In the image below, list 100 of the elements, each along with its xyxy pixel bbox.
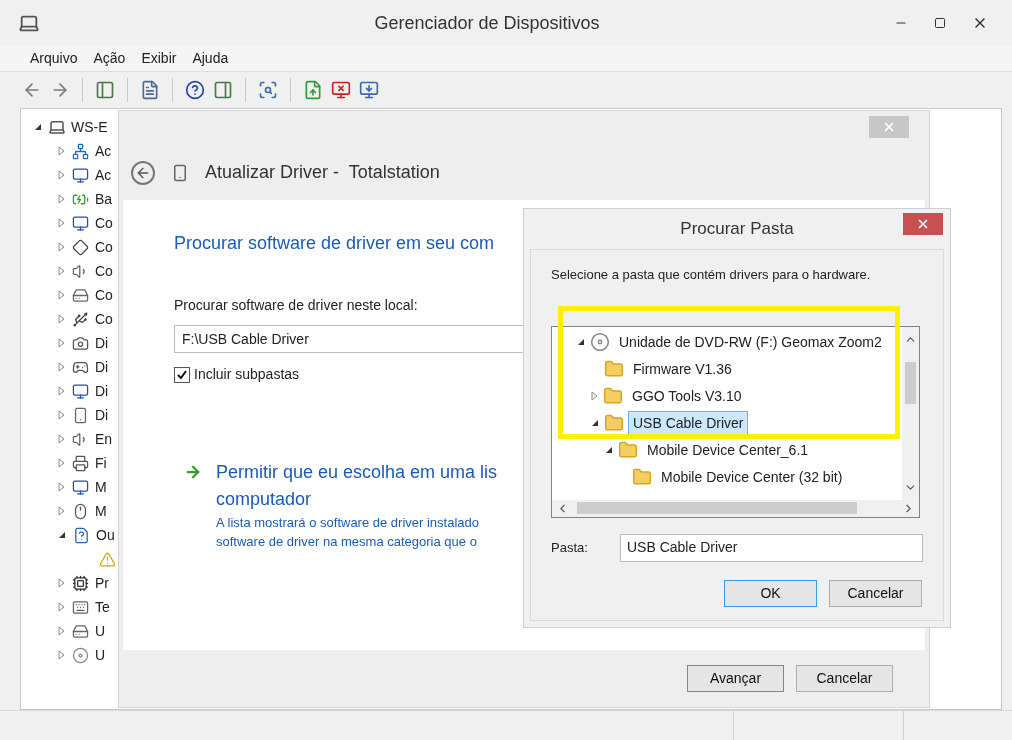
tree-item[interactable]: En [95, 428, 113, 450]
tree-item[interactable]: WS-E [71, 116, 108, 138]
tree-item[interactable]: Di [95, 404, 109, 426]
folder-tree-item[interactable]: USB Cable Driver [628, 411, 749, 435]
tree-item[interactable]: Ou [96, 524, 115, 546]
collapse-arrow-icon[interactable] [58, 531, 66, 539]
tree-item[interactable]: Co [95, 212, 113, 234]
monitor-x-icon[interactable] [331, 80, 351, 100]
tree-item[interactable]: Co [95, 260, 113, 282]
horizontal-scrollbar[interactable] [552, 499, 919, 517]
folder-tree-item[interactable]: Mobile Device Center (32 bit) [656, 465, 848, 489]
expand-arrow-icon[interactable] [58, 482, 65, 492]
folder-tree-item[interactable]: Firmware V1.36 [628, 357, 737, 381]
expand-arrow-icon[interactable] [58, 290, 65, 300]
collapse-arrow-icon[interactable] [591, 419, 599, 427]
help-icon[interactable] [185, 80, 205, 100]
expand-arrow-icon[interactable] [58, 362, 65, 372]
menu-item[interactable]: Arquivo [30, 48, 78, 69]
tree-item[interactable]: Ac [95, 164, 112, 186]
option-link[interactable]: computador [216, 486, 498, 513]
expand-arrow-icon[interactable] [58, 242, 65, 252]
dialog-button[interactable]: OK [724, 579, 817, 607]
tree-item[interactable]: M [95, 476, 107, 498]
folder-icon [618, 440, 638, 460]
window-title: Gerenciador de Dispositivos [374, 11, 600, 35]
close-icon [916, 217, 930, 231]
close-button[interactable] [903, 213, 943, 235]
location-label: Procurar software de driver neste local: [174, 296, 419, 315]
upload-icon[interactable] [303, 80, 323, 100]
question-icon [73, 526, 90, 544]
warning-icon [99, 550, 116, 568]
menu-item[interactable]: Ação [93, 48, 126, 69]
scan-icon[interactable] [258, 80, 278, 100]
scroll-thumb[interactable] [905, 362, 916, 404]
tree-item[interactable]: Di [95, 356, 109, 378]
expand-arrow-icon[interactable] [58, 434, 65, 444]
monitor-down-icon[interactable] [359, 80, 379, 100]
tree-item[interactable]: Ac [95, 140, 112, 162]
tree-item[interactable]: Di [95, 380, 109, 402]
instruction-text: Selecione a pasta que contém drivers para o hardware. [551, 266, 872, 284]
expand-arrow-icon[interactable] [58, 266, 65, 276]
tree-item[interactable]: Pr [95, 572, 109, 594]
scroll-thumb[interactable] [577, 502, 857, 514]
network-icon [72, 142, 89, 160]
collapse-arrow-icon[interactable] [605, 446, 613, 454]
collapse-arrow-icon[interactable] [34, 123, 42, 131]
expand-arrow-icon[interactable] [58, 218, 65, 228]
usb-icon [72, 310, 89, 328]
dialog-button[interactable]: Cancelar [796, 665, 893, 692]
expand-arrow-icon[interactable] [591, 391, 598, 401]
tree-item[interactable]: Te [95, 596, 110, 618]
panel-icon[interactable] [213, 80, 233, 100]
wizard-title: Atualizar Driver - Totalstation [205, 161, 440, 184]
expand-arrow-icon[interactable] [58, 506, 65, 516]
menu-item[interactable]: Ajuda [192, 48, 229, 69]
checkbox[interactable] [174, 366, 190, 383]
folder-tree-item[interactable]: GGO Tools V3.10 [627, 384, 747, 408]
expand-arrow-icon[interactable] [58, 626, 65, 636]
tree-item[interactable]: Di [95, 332, 109, 354]
document-icon[interactable] [140, 80, 160, 100]
expand-arrow-icon[interactable] [58, 170, 65, 180]
expand-arrow-icon[interactable] [58, 338, 65, 348]
expand-arrow-icon[interactable] [58, 314, 65, 324]
dialog-button[interactable]: Avançar [687, 665, 784, 692]
expand-arrow-icon[interactable] [58, 458, 65, 468]
tree-item[interactable]: U [95, 620, 106, 642]
tree-item[interactable]: Fi [95, 452, 107, 474]
folder-tree-item[interactable]: Unidade de DVD-RW (F:) Geomax Zoom2 [614, 330, 887, 354]
panel-icon[interactable] [95, 80, 115, 100]
expand-arrow-icon[interactable] [58, 650, 65, 660]
collapse-arrow-icon[interactable] [577, 338, 585, 346]
expand-arrow-icon[interactable] [58, 146, 65, 156]
back-icon[interactable] [131, 160, 155, 185]
device-icon [72, 406, 89, 424]
maximize-icon[interactable] [934, 17, 946, 29]
expand-arrow-icon[interactable] [58, 386, 65, 396]
drive-icon [72, 286, 89, 304]
folder-field[interactable]: USB Cable Driver [620, 533, 923, 562]
tree-item[interactable]: Co [95, 308, 113, 330]
tree-item[interactable]: M [95, 500, 107, 522]
vertical-scrollbar[interactable] [902, 326, 919, 500]
folder-tree-item[interactable]: Mobile Device Center_6.1 [642, 438, 814, 462]
option-link[interactable]: Permitir que eu escolha em uma lis [216, 459, 498, 486]
expand-arrow-icon[interactable] [58, 578, 65, 588]
expand-arrow-icon[interactable] [58, 410, 65, 420]
tree-item[interactable]: U [95, 644, 106, 666]
menu-item[interactable]: Exibir [141, 48, 177, 69]
folder-icon [603, 386, 623, 406]
tree-item[interactable]: Co [95, 236, 113, 258]
expand-arrow-icon[interactable] [58, 602, 65, 612]
wizard-heading: Procurar software de driver em seu com [174, 232, 496, 255]
dialog-button[interactable]: Cancelar [829, 579, 922, 607]
folder-icon [604, 413, 624, 433]
monitor-icon [72, 478, 89, 496]
option-description: software de driver na mesma categoria que o [216, 533, 478, 551]
keyboard-icon [72, 598, 89, 616]
expand-arrow-icon[interactable] [58, 194, 65, 204]
checkbox-label: Incluir subpastas [194, 365, 300, 384]
tree-item[interactable]: Ba [95, 188, 113, 210]
tree-item[interactable]: Co [95, 284, 113, 306]
